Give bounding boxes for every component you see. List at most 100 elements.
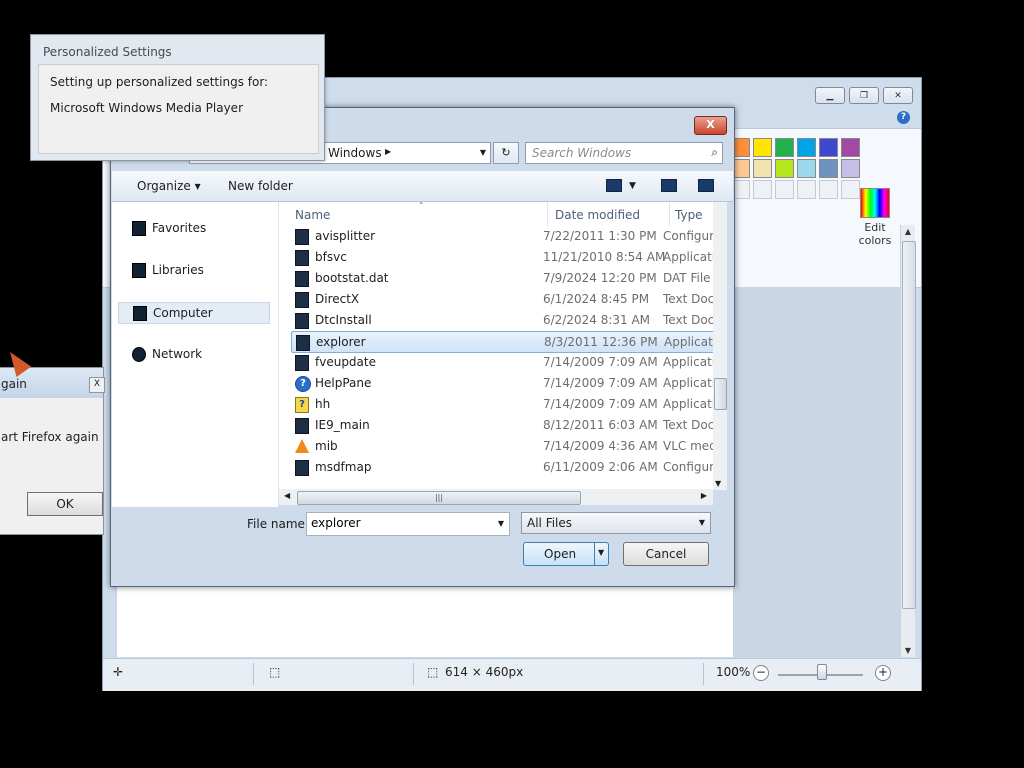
file-date: 7/14/2009 4:36 AM: [543, 439, 658, 453]
scroll-thumb[interactable]: [902, 241, 916, 609]
libraries-icon: [132, 263, 146, 278]
firefox-dialog-close-button[interactable]: X: [89, 377, 105, 393]
status-divider: [703, 663, 704, 685]
color-swatch[interactable]: [841, 138, 860, 157]
ok-button[interactable]: OK: [27, 492, 103, 516]
image-size: 614 × 460px: [445, 665, 524, 679]
color-swatch[interactable]: [797, 180, 816, 199]
file-name-combo[interactable]: ▼: [306, 512, 510, 536]
color-swatch[interactable]: [775, 180, 794, 199]
scroll-down-arrow-icon[interactable]: ▼: [715, 479, 721, 488]
nav-item-libraries[interactable]: Libraries: [118, 260, 268, 280]
file-type: Application: [663, 376, 713, 390]
file-row[interactable]: fveupdate 7/14/2009 7:09 AM Application: [291, 352, 713, 372]
color-swatch[interactable]: [753, 138, 772, 157]
open-options-dropdown-icon[interactable]: ▼: [598, 548, 604, 557]
file-list-vertical-scrollbar[interactable]: ▼: [713, 202, 727, 490]
file-row[interactable]: IE9_main 8/12/2011 6:03 AM Text Document: [291, 415, 713, 435]
search-input[interactable]: Search Windows: [532, 146, 631, 160]
file-row[interactable]: avisplitter 7/22/2011 1:30 PM Configuratio…: [291, 226, 713, 246]
file-type-filter[interactable]: All Files ▼: [521, 512, 711, 534]
edit-colors-label-2: colors: [858, 234, 892, 247]
edit-colors-button[interactable]: Edit colors: [855, 188, 895, 247]
address-dropdown-icon[interactable]: ▼: [480, 148, 486, 157]
color-swatch[interactable]: [775, 138, 794, 157]
preview-pane-icon[interactable]: [661, 179, 677, 192]
scroll-right-arrow-icon[interactable]: ▶: [701, 491, 707, 500]
breadcrumb-arrow-icon[interactable]: ▶: [385, 147, 391, 156]
file-date: 11/21/2010 8:54 AM: [543, 250, 666, 264]
file-type: DAT File: [663, 271, 711, 285]
zoom-in-button[interactable]: +: [875, 665, 891, 681]
column-divider[interactable]: [547, 202, 548, 226]
file-row[interactable]: bfsvc 11/21/2010 8:54 AMApplication: [291, 247, 713, 267]
column-header-date[interactable]: Date modified: [555, 208, 640, 222]
nav-item-label: Favorites: [152, 221, 207, 235]
scroll-thumb[interactable]: [714, 378, 727, 410]
help-icon[interactable]: ?: [897, 111, 910, 124]
cancel-button[interactable]: Cancel: [623, 542, 709, 566]
new-folder-button[interactable]: New folder: [228, 179, 293, 193]
file-row[interactable]: DtcInstall 6/2/2024 8:31 AM Text Document: [291, 310, 713, 330]
file-icon: [295, 271, 309, 287]
nav-item-favorites[interactable]: Favorites: [118, 218, 268, 238]
nav-item-network[interactable]: Network: [118, 344, 268, 364]
drawing-canvas[interactable]: [117, 587, 733, 657]
file-name: avisplitter: [315, 229, 376, 243]
file-list-horizontal-scrollbar[interactable]: ◀ ||| ▶: [279, 489, 713, 505]
file-name: bfsvc: [315, 250, 347, 264]
cursor-position-icon: ✛: [113, 665, 124, 679]
file-type: Text Document: [663, 313, 713, 327]
file-row[interactable]: ? HelpPane 7/14/2009 7:09 AM Application: [291, 373, 713, 393]
zoom-level: 100%: [716, 665, 751, 679]
column-header-name[interactable]: Name: [295, 208, 330, 222]
chevron-down-icon[interactable]: ▼: [699, 518, 705, 527]
open-file-dialog: X Windows ▶ ▼ ↻ Search Windows ⌕ Organiz…: [110, 107, 735, 587]
minimize-button[interactable]: ▁: [815, 87, 845, 104]
file-date: 6/11/2009 2:06 AM: [543, 460, 658, 474]
zoom-out-button[interactable]: −: [753, 665, 769, 681]
close-button[interactable]: ✕: [883, 87, 913, 104]
color-swatch[interactable]: [775, 159, 794, 178]
file-name-dropdown-icon[interactable]: ▼: [498, 519, 504, 528]
scroll-up-arrow-icon[interactable]: ▲: [901, 227, 915, 236]
file-row[interactable]: mib 7/14/2009 4:36 AM VLC media file: [291, 436, 713, 456]
help-icon[interactable]: [698, 179, 714, 192]
file-row[interactable]: explorer 8/3/2011 12:36 PM Application: [291, 331, 713, 353]
search-box[interactable]: Search Windows ⌕: [525, 142, 723, 164]
column-header-type[interactable]: Type: [675, 208, 703, 222]
open-button[interactable]: Open ▼: [523, 542, 609, 566]
search-icon[interactable]: ⌕: [711, 145, 718, 160]
color-swatch[interactable]: [797, 138, 816, 157]
nav-item-computer[interactable]: Computer: [118, 302, 270, 324]
file-row[interactable]: msdfmap 6/11/2009 2:06 AM Configuration: [291, 457, 713, 477]
scroll-down-arrow-icon[interactable]: ▼: [901, 646, 915, 655]
color-swatch[interactable]: [819, 159, 838, 178]
color-swatch[interactable]: [797, 159, 816, 178]
nav-item-label: Computer: [153, 306, 213, 320]
scroll-left-arrow-icon[interactable]: ◀: [284, 491, 290, 500]
color-swatch[interactable]: [819, 138, 838, 157]
image-size-icon: ⬚: [427, 665, 439, 679]
canvas-vertical-scrollbar[interactable]: ▲ ▼: [900, 225, 916, 657]
organize-button[interactable]: Organize ▾: [137, 179, 201, 193]
scroll-thumb[interactable]: |||: [297, 491, 581, 505]
column-divider[interactable]: [669, 202, 670, 226]
color-wheel-icon: [860, 188, 890, 218]
dialog-close-button[interactable]: X: [694, 116, 727, 135]
navigation-pane: Favorites Libraries Computer Network: [112, 202, 279, 507]
change-view-icon[interactable]: [606, 179, 622, 192]
maximize-button[interactable]: ❐: [849, 87, 879, 104]
file-row[interactable]: DirectX 6/1/2024 8:45 PM Text Document: [291, 289, 713, 309]
file-row[interactable]: bootstat.dat 7/9/2024 12:20 PM DAT File: [291, 268, 713, 288]
color-swatch[interactable]: [753, 159, 772, 178]
color-swatch[interactable]: [841, 159, 860, 178]
file-row[interactable]: ? hh 7/14/2009 7:09 AM Application: [291, 394, 713, 414]
file-name-input[interactable]: [311, 516, 481, 530]
file-type: Text Document: [663, 418, 713, 432]
zoom-slider-thumb[interactable]: [817, 664, 827, 680]
view-dropdown-icon[interactable]: ▼: [629, 181, 636, 191]
refresh-button[interactable]: ↻: [493, 142, 519, 164]
color-swatch[interactable]: [753, 180, 772, 199]
color-swatch[interactable]: [819, 180, 838, 199]
